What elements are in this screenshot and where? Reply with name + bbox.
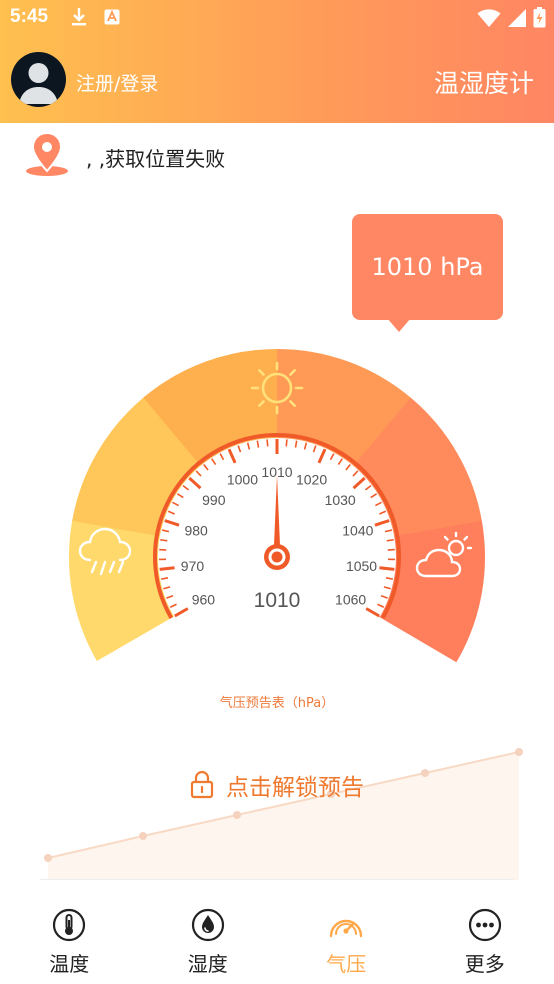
location-text: , ,获取位置失败 (86, 147, 226, 171)
user-avatar-icon (19, 63, 58, 104)
wifi-icon (477, 8, 501, 32)
bottom-nav: 温度 湿度 气压 更多 (0, 890, 554, 984)
more-dots-icon (468, 908, 501, 942)
nav-more-label: 更多 (464, 952, 505, 976)
nav-divider (40, 879, 514, 880)
gauge-minor-tick (386, 538, 394, 542)
gauge-tick-label: 1030 (325, 492, 356, 508)
unlock-forecast-button[interactable]: 点击解锁预告 (0, 768, 554, 802)
gauge-tick-label: 1020 (296, 471, 327, 487)
gauge-tick-label: 1000 (227, 471, 258, 487)
lock-icon (190, 771, 214, 799)
gauge-major-tick (159, 566, 175, 571)
app-bar: 注册/登录 温湿度计 (0, 36, 554, 123)
pressure-gauge-icon (330, 919, 363, 938)
status-time: 5:45 (10, 6, 49, 27)
nav-temperature-label: 温度 (49, 952, 90, 976)
gauge-tick-label: 960 (192, 592, 216, 608)
avatar[interactable] (11, 52, 66, 107)
gauge-tick-label: 980 (184, 523, 208, 539)
location-bar[interactable]: , ,获取位置失败 (24, 131, 424, 179)
nav-temperature[interactable]: 温度 (0, 890, 139, 984)
gauge-minor-tick (266, 439, 269, 447)
download-icon (70, 7, 88, 31)
nav-pressure-label: 气压 (326, 952, 367, 976)
pressure-gauge: 960 970 980 9901000 1010 1020 1030 1040 1050 1060… (69, 349, 486, 663)
gauge-tick-label: 1050 (346, 558, 377, 574)
gauge-caption: 气压预告表（hPa） (219, 696, 335, 711)
gauge-center-value: 1010 (254, 589, 301, 612)
nav-more[interactable]: 更多 (416, 890, 554, 984)
forecast-chart-background (44, 748, 523, 880)
login-link[interactable]: 注册/登录 (76, 69, 158, 96)
gauge-tick-label: 1040 (342, 523, 373, 539)
gauge-tick-label: 970 (181, 558, 205, 574)
gauge-minor-tick (285, 439, 288, 447)
signal-icon (507, 8, 527, 32)
gauge-tick-label: 990 (202, 492, 226, 508)
gauge-minor-tick (160, 538, 168, 542)
app-icon (104, 9, 120, 29)
thermometer-icon (53, 908, 86, 942)
status-bar: 5:45 (0, 0, 554, 36)
water-drop-icon (191, 908, 224, 942)
app-title: 温湿度计 (433, 69, 534, 98)
gauge-major-tick (379, 566, 395, 571)
battery-icon (533, 7, 546, 32)
nav-humidity-label: 湿度 (187, 952, 228, 976)
nav-humidity[interactable]: 湿度 (139, 890, 278, 984)
pressure-bubble-value: 1010 hPa (371, 253, 484, 281)
location-pin-icon (24, 131, 70, 183)
nav-pressure[interactable]: 气压 (277, 890, 416, 984)
forecast-section[interactable]: 点击解锁预告 (0, 740, 554, 882)
unlock-forecast-label: 点击解锁预告 (226, 775, 364, 801)
pressure-bubble: 1010 hPa (352, 214, 503, 320)
gauge-hub (264, 544, 290, 570)
gauge-tick-label: 1060 (335, 592, 366, 608)
